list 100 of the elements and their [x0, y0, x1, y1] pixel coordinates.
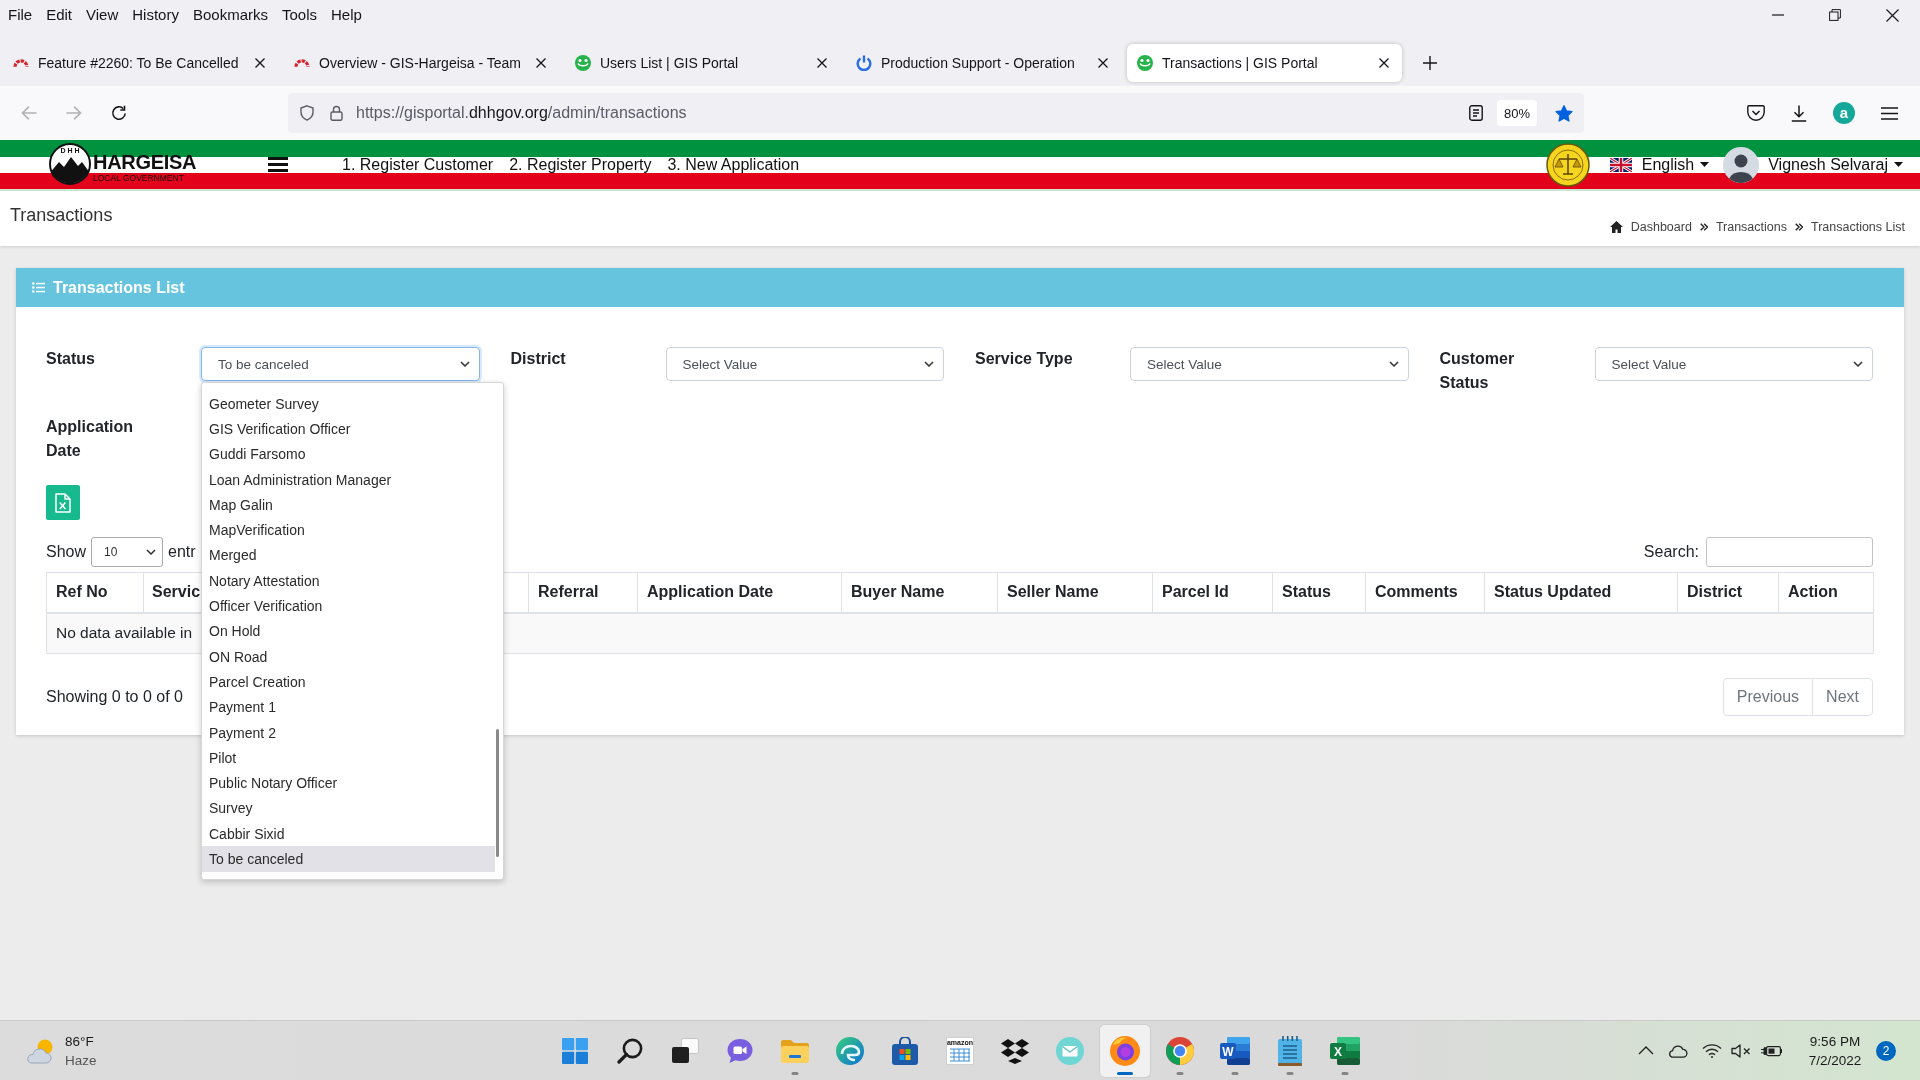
filter-select[interactable]: To be canceled — [201, 347, 480, 381]
close-icon[interactable] — [817, 58, 827, 68]
column-header: Status Updated — [1484, 572, 1678, 613]
filter-select[interactable]: Select Value — [1594, 347, 1873, 381]
folder-icon — [780, 1037, 810, 1064]
dropdown-option[interactable]: To be canceled — [202, 846, 495, 872]
close-icon[interactable] — [1886, 8, 1899, 22]
dropdown-option[interactable]: Map Galin — [202, 492, 495, 518]
weather-temperature: 86°F — [65, 1032, 95, 1051]
menu-item[interactable]: Bookmarks — [185, 5, 275, 25]
close-icon[interactable] — [1379, 58, 1389, 68]
reload-icon[interactable] — [111, 105, 127, 121]
language-dropdown[interactable]: English — [1641, 155, 1710, 174]
column-header: Servic — [143, 572, 202, 613]
list-icon — [32, 282, 45, 293]
dropdown-option[interactable]: Merged — [202, 542, 495, 569]
power-icon — [856, 55, 872, 71]
nav-link[interactable]: 1. Register Customer — [342, 155, 494, 174]
dropdown-option[interactable]: MapVerification — [202, 517, 495, 543]
menu-icon[interactable] — [268, 157, 288, 172]
menu-icon[interactable] — [1881, 106, 1898, 120]
entries-label: entr — [168, 543, 196, 561]
filter-label: District — [510, 349, 567, 369]
cloud-icon[interactable] — [1666, 1043, 1688, 1058]
filter-select[interactable]: Select Value — [1130, 347, 1409, 381]
chevron-up-icon[interactable] — [1638, 1046, 1654, 1055]
browser-tab[interactable]: Production Support - Operation — [846, 44, 1121, 82]
logo-subtitle: LOCAL GOVERNMENT — [93, 173, 185, 183]
close-icon[interactable] — [536, 58, 546, 68]
dropdown-option[interactable]: Pilot — [202, 745, 495, 771]
card-title: Transactions List — [53, 278, 185, 297]
dropdown-option[interactable]: Loan Administration Manager — [202, 466, 495, 493]
column-header: Action — [1778, 572, 1874, 613]
wave-circle-icon — [836, 1036, 864, 1065]
close-icon[interactable] — [255, 58, 265, 68]
browser-tab[interactable]: Users List | GIS Portal — [565, 44, 840, 82]
menu-item[interactable]: Help — [324, 5, 369, 25]
nav-link[interactable]: 2. Register Property — [509, 155, 652, 174]
search-label: Search: — [1643, 543, 1699, 561]
browser-tab[interactable]: Overview - GIS-Hargeisa - Team — [284, 44, 559, 82]
sun-cloud-icon — [25, 1037, 55, 1064]
clock-time: 9:56 PM — [1809, 1032, 1861, 1051]
close-icon[interactable] — [1098, 58, 1108, 68]
download-icon[interactable] — [1791, 104, 1807, 122]
zoom-level-button[interactable]: 80% — [1496, 100, 1537, 126]
caret-icon — [1894, 162, 1903, 167]
browser-tab[interactable]: Transactions | GIS Portal — [1127, 44, 1402, 82]
wifi-icon[interactable] — [1702, 1043, 1722, 1058]
dropdown-option[interactable]: Geometer Survey — [202, 391, 495, 417]
scrollbar-thumb[interactable] — [496, 729, 499, 857]
reader-view-icon[interactable] — [1468, 105, 1483, 121]
menu-item[interactable]: View — [79, 5, 126, 25]
filter-label: Customer Status — [1439, 349, 1516, 393]
search-field[interactable] — [1706, 537, 1873, 567]
menu-item[interactable]: Tools — [275, 5, 324, 25]
dropdown-option[interactable]: ON Road — [202, 643, 495, 670]
taskbar-button[interactable]: X — [1320, 1024, 1370, 1077]
menu-item[interactable]: History — [125, 5, 186, 25]
muted-speaker-icon[interactable] — [1731, 1043, 1752, 1058]
plus-icon[interactable] — [1423, 56, 1437, 70]
column-header: Comments — [1365, 572, 1485, 613]
dropdown-option[interactable]: Payment 1 — [202, 694, 495, 720]
dropdown-option[interactable]: Parcel Creation — [202, 669, 495, 695]
column-header: Referral — [528, 572, 638, 613]
chevron-down-icon — [146, 549, 157, 555]
user-menu[interactable]: Vignesh Selvaraj — [1768, 155, 1903, 174]
taskbar-button[interactable]: W — [1210, 1024, 1260, 1077]
dropdown-option[interactable]: Payment 2 — [202, 719, 495, 746]
caret-icon — [1700, 162, 1710, 167]
dropdown-option[interactable]: Guddi Farsomo — [202, 441, 495, 467]
filter-label: Application Date — [46, 417, 135, 461]
filter-select[interactable]: Select Value — [665, 347, 944, 381]
entries-select[interactable]: 10 — [91, 537, 164, 567]
arch-icon — [13, 59, 29, 67]
breadcrumb-link[interactable]: Dashboard — [1630, 220, 1692, 234]
breadcrumb-link[interactable]: Transactions — [1715, 220, 1787, 234]
dropdown-option[interactable]: On Hold — [202, 618, 495, 644]
dropdown-option[interactable]: Survey — [202, 795, 495, 822]
restore-icon[interactable] — [1829, 9, 1841, 21]
home-icon[interactable] — [1609, 221, 1623, 233]
task-view-icon — [671, 1038, 699, 1063]
dropdown-option[interactable]: Notary Attestation — [202, 568, 495, 594]
star-icon[interactable] — [1555, 104, 1573, 122]
mountain-emblem-icon — [49, 143, 91, 185]
dropdown-option[interactable]: GIS Verification Officer — [202, 416, 495, 442]
dropdown-option[interactable]: Officer Verification — [202, 593, 495, 619]
shield-icon[interactable] — [300, 105, 314, 121]
nav-link[interactable]: 3. New Application — [667, 155, 800, 174]
url-text[interactable]: https://gisportal.dhhgov.org/admin/transactions — [356, 104, 1469, 122]
pocket-icon[interactable] — [1747, 105, 1765, 121]
chevron-down-icon — [924, 361, 934, 367]
dropdown-option[interactable]: Public Notary Officer — [202, 770, 495, 796]
menu-item[interactable]: File — [1, 5, 40, 25]
menu-item[interactable]: Edit — [39, 5, 80, 25]
browser-tab[interactable]: Feature #2260: To Be Cancelled — [3, 44, 278, 82]
notification-badge[interactable]: 2 — [1876, 1040, 1896, 1061]
lock-icon[interactable] — [330, 105, 343, 121]
dropdown-option[interactable]: Cabbir Sixid — [202, 821, 495, 847]
chevron-down-icon — [1853, 361, 1863, 367]
battery-charging-icon[interactable] — [1761, 1043, 1782, 1058]
